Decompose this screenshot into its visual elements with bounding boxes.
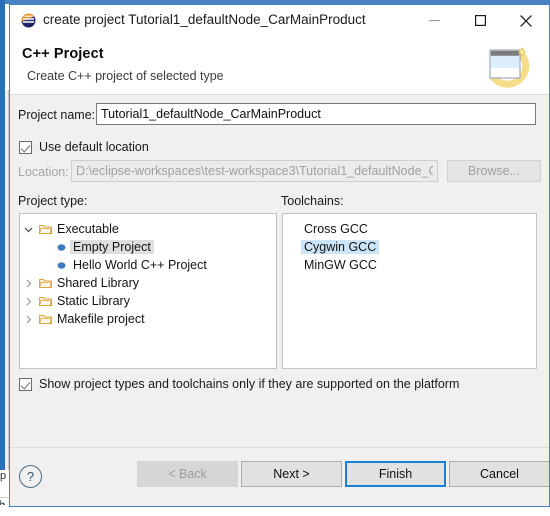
- chevron-right-icon[interactable]: [20, 274, 36, 292]
- list-item-mingw-gcc[interactable]: MinGW GCC: [283, 256, 536, 274]
- page-subtitle: Create C++ project of selected type: [27, 69, 224, 83]
- maximize-icon: [474, 15, 486, 26]
- project-name-label: Project name:: [18, 108, 96, 122]
- list-item-label: MinGW GCC: [304, 258, 377, 272]
- close-button[interactable]: [503, 5, 549, 36]
- tree-item-empty-project[interactable]: Empty Project: [20, 238, 276, 256]
- project-name-input[interactable]: [96, 103, 536, 125]
- dialog-titlebar[interactable]: create project Tutorial1_defaultNode_Car…: [10, 5, 549, 37]
- next-button[interactable]: Next >: [241, 461, 342, 487]
- minimize-icon: [428, 20, 440, 22]
- chevron-right-icon[interactable]: [20, 310, 36, 328]
- checkbox-box: [19, 140, 32, 154]
- dialog-footer: ? < Back Next > Finish Cancel: [10, 447, 549, 506]
- tree-item-hello-world-cpp-project[interactable]: Hello World C++ Project: [20, 256, 276, 274]
- tree-item-label: Hello World C++ Project: [73, 258, 207, 272]
- use-default-location-checkbox[interactable]: Use default location: [19, 140, 149, 154]
- tree-item-static-library[interactable]: Static Library: [20, 292, 276, 310]
- show-supported-only-checkbox[interactable]: Show project types and toolchains only i…: [19, 377, 459, 391]
- tree-item-label: Static Library: [57, 294, 130, 308]
- minimize-button[interactable]: [411, 5, 457, 36]
- tree-indent-2: [36, 238, 52, 256]
- dialog-title: create project Tutorial1_defaultNode_Car…: [43, 12, 366, 27]
- list-item-label: Cygwin GCC: [301, 240, 380, 254]
- use-default-location-label: Use default location: [39, 140, 149, 154]
- browse-button[interactable]: Browse...: [447, 160, 541, 182]
- show-supported-only-label: Show project types and toolchains only i…: [39, 377, 460, 391]
- cancel-button[interactable]: Cancel: [449, 461, 549, 487]
- list-item-cygwin-gcc[interactable]: Cygwin GCC: [283, 238, 536, 256]
- location-input[interactable]: [71, 160, 438, 182]
- folder-open-icon: [36, 278, 54, 289]
- page-title: C++ Project: [22, 46, 104, 62]
- checkbox-box: [19, 377, 32, 391]
- tree-item-label: Makefile project: [57, 312, 145, 326]
- background-side-label: p: [0, 470, 9, 500]
- project-type-label: Project type:: [18, 194, 88, 208]
- folder-open-icon: [36, 224, 54, 235]
- close-icon: [520, 14, 532, 27]
- project-type-tree[interactable]: Executable Empty Project Hello World C++…: [19, 213, 277, 369]
- list-item-cross-gcc[interactable]: Cross GCC: [283, 220, 536, 238]
- toolchains-label: Toolchains:: [281, 194, 344, 208]
- bullet-icon: [52, 243, 70, 252]
- back-button[interactable]: < Back: [137, 461, 238, 487]
- wizard-header: C++ Project Create C++ project of select…: [10, 37, 549, 95]
- help-button[interactable]: ?: [19, 465, 42, 488]
- folder-open-icon: [36, 296, 54, 307]
- create-project-dialog: create project Tutorial1_defaultNode_Car…: [9, 4, 550, 507]
- list-item-label: Cross GCC: [304, 222, 368, 236]
- tree-item-label: Shared Library: [57, 276, 139, 290]
- tree-item-label: Empty Project: [70, 240, 154, 254]
- bullet-icon: [52, 261, 70, 270]
- location-label: Location:: [18, 165, 69, 179]
- tree-item-executable[interactable]: Executable: [20, 220, 276, 238]
- window-controls: [411, 5, 549, 36]
- tree-item-label: Executable: [57, 222, 119, 236]
- maximize-button[interactable]: [457, 5, 503, 36]
- eclipse-icon: [21, 13, 36, 28]
- finish-button[interactable]: Finish: [345, 461, 446, 487]
- chevron-down-icon[interactable]: [20, 220, 36, 238]
- tree-item-shared-library[interactable]: Shared Library: [20, 274, 276, 292]
- chevron-right-icon[interactable]: [20, 292, 36, 310]
- wizard-banner-icon: [481, 41, 537, 91]
- tree-item-makefile-project[interactable]: Makefile project: [20, 310, 276, 328]
- dialog-body: Project name: Use default location Locat…: [10, 95, 549, 447]
- tree-indent-2: [36, 256, 52, 274]
- folder-open-icon: [36, 314, 54, 325]
- toolchains-list[interactable]: Cross GCC Cygwin GCC MinGW GCC: [282, 213, 537, 369]
